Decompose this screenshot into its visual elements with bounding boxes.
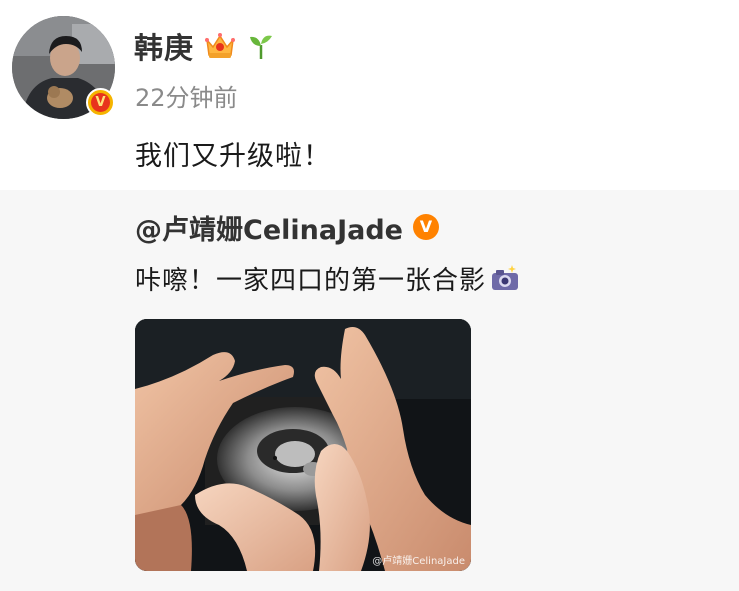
post-header: V 韩庚 22分钟前 我们又升级啦！ [0,0,739,190]
camera-icon [490,264,520,292]
repost-photo[interactable]: @卢靖姗CelinaJade [135,319,471,571]
post-timestamp[interactable]: 22分钟前 [135,78,238,113]
sprout-icon[interactable] [246,31,276,61]
orange-verified-icon: V [412,214,439,240]
repost-author-row: @卢靖姗CelinaJade V [135,208,439,246]
author-avatar[interactable]: V [12,16,115,119]
crown-icon[interactable] [204,31,236,61]
repost-author[interactable]: @卢靖姗CelinaJade [135,208,403,247]
author-name-row: 韩庚 [134,26,276,66]
photo-watermark: @卢靖姗CelinaJade [372,556,465,567]
repost-text-row: 咔嚓！一家四口的第一张合影 [135,260,520,296]
repost-card[interactable]: @卢靖姗CelinaJade V 咔嚓！一家四口的第一张合影 @卢靖姗Celin… [0,190,739,591]
author-name[interactable]: 韩庚 [134,25,194,67]
verified-v-icon: V [86,88,115,117]
repost-text: 咔嚓！一家四口的第一张合影 [135,265,487,296]
post-text: 我们又升级啦！ [135,141,331,172]
